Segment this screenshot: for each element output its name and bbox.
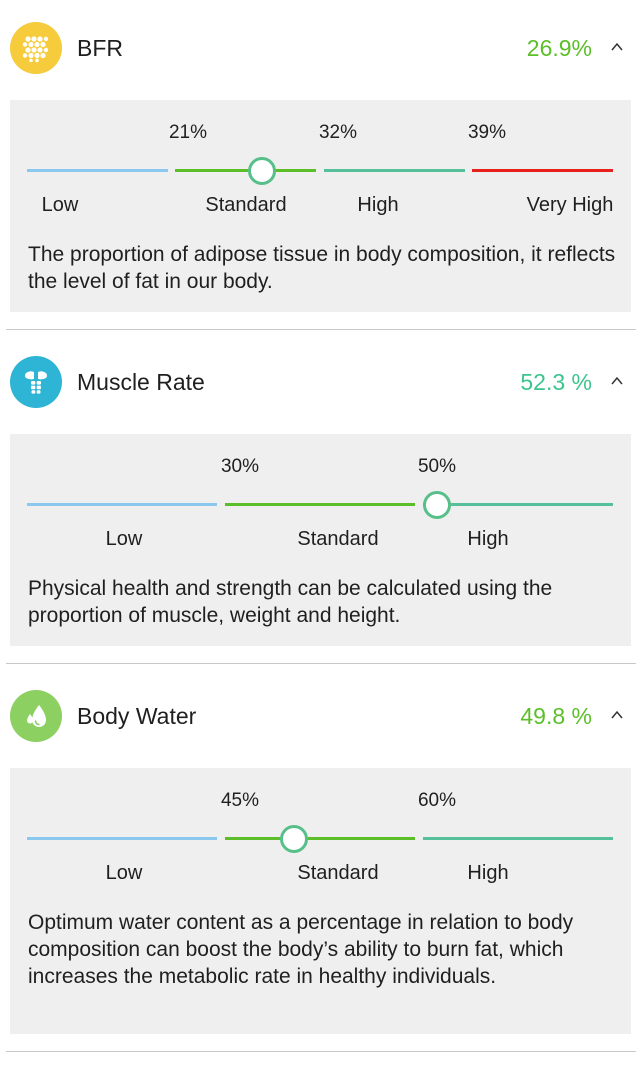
muscle-torso-icon [10,356,62,408]
muscle-rate-section: Muscle Rate 52.3 % 30% 50% Low Standard … [0,334,644,664]
section-divider [6,1051,636,1052]
body-water-header[interactable]: Body Water 49.8 % [0,668,644,764]
body-water-detail-panel: 45% 60% Low Standard High Optimum water … [10,768,631,1034]
fat-cells-icon [10,22,62,74]
band-label: High [357,194,399,216]
muscle-rate-title: Muscle Rate [77,369,205,395]
bfr-header[interactable]: BFR 26.9% [0,0,644,96]
band-label: Very High [526,194,614,216]
value-indicator [248,157,276,185]
body-water-description: Optimum water content as a percentage in… [28,911,574,988]
range-high-segment [423,503,613,506]
threshold-label: 39% [467,122,507,143]
range-low-segment [27,837,217,840]
band-label: Standard [297,528,379,550]
bfr-title: BFR [77,35,123,61]
range-very-high-segment [472,169,613,172]
section-divider [6,329,636,330]
range-standard-segment [225,837,415,840]
muscle-rate-description: Physical health and strength can be calc… [28,577,553,627]
range-standard-segment [175,169,316,172]
body-water-value: 49.8 % [520,703,592,729]
muscle-rate-value: 52.3 % [520,369,592,395]
bfr-value: 26.9% [526,35,592,61]
chevron-up-icon[interactable] [610,708,624,722]
bfr-description: The proportion of adipose tissue in body… [28,243,616,293]
value-indicator [423,491,451,519]
band-label: High [467,862,509,884]
range-low-segment [27,503,217,506]
muscle-rate-detail-panel: 30% 50% Low Standard High Physical healt… [10,434,631,646]
band-label: Standard [205,194,287,216]
body-water-section: Body Water 49.8 % 45% 60% Low Standard H… [0,668,644,1048]
chevron-up-icon[interactable] [610,40,624,54]
threshold-label: 30% [220,456,260,477]
band-label: Standard [297,862,379,884]
chevron-up-icon[interactable] [610,374,624,388]
range-high-segment [324,169,465,172]
body-water-title: Body Water [77,703,197,729]
threshold-label: 32% [318,122,358,143]
section-divider [6,663,636,664]
range-standard-segment [225,503,415,506]
bfr-detail-panel: 21% 32% 39% Low Standard High Very High … [10,100,631,312]
band-label: Low [41,194,79,216]
threshold-label: 50% [417,456,457,477]
muscle-rate-header[interactable]: Muscle Rate 52.3 % [0,334,644,430]
band-label: Low [105,862,143,884]
threshold-label: 60% [417,790,457,811]
value-indicator [280,825,308,853]
bfr-section: BFR 26.9% 21% 32% 39% Low Standard High … [0,0,644,330]
band-label: Low [105,528,143,550]
water-drop-icon [10,690,62,742]
range-low-segment [27,169,168,172]
band-label: High [467,528,509,550]
threshold-label: 45% [220,790,260,811]
threshold-label: 21% [168,122,208,143]
range-high-segment [423,837,613,840]
